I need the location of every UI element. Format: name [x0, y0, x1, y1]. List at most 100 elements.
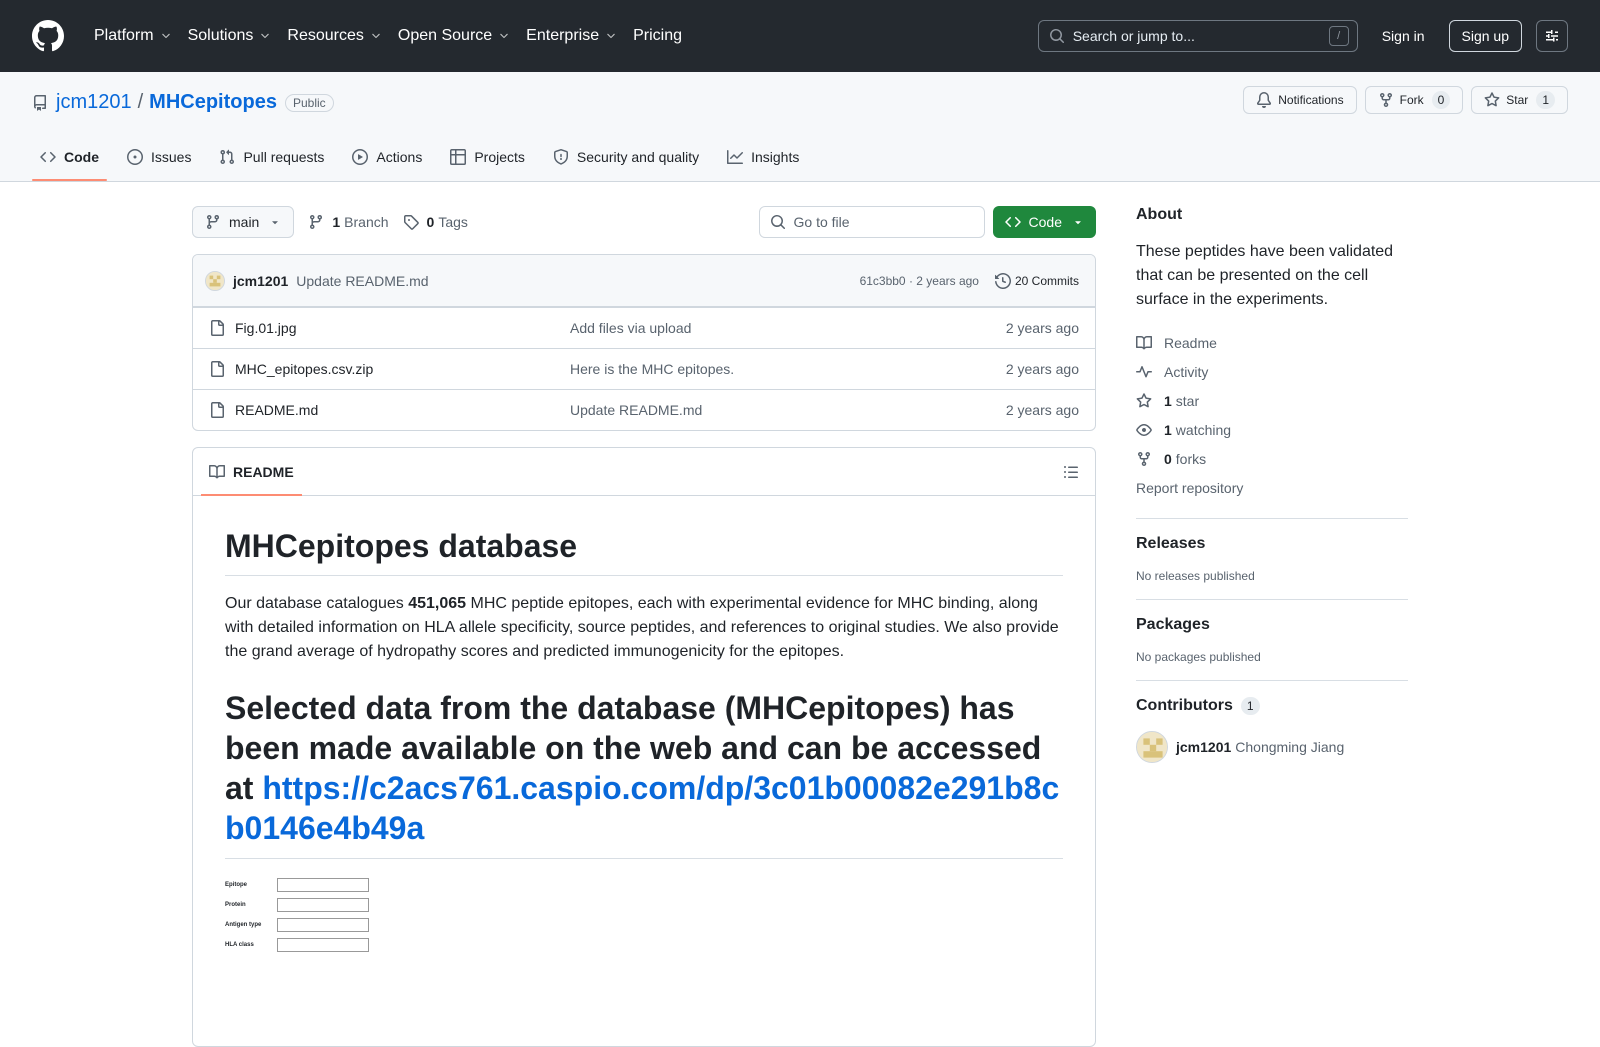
stars-label: star — [1175, 392, 1200, 409]
file-commit-message[interactable]: Here is the MHC epitopes. — [570, 361, 1006, 377]
file-toolbar: main 1 Branch 0 Tags Go to file Code — [192, 206, 1096, 238]
github-logo-icon[interactable] — [32, 20, 64, 52]
tab-actions[interactable]: Actions — [344, 133, 430, 181]
tag-label: Tags — [438, 214, 468, 230]
file-name-link[interactable]: Fig.01.jpg — [235, 320, 570, 336]
tab-pull-requests[interactable]: Pull requests — [211, 133, 332, 181]
sign-up-button[interactable]: Sign up — [1448, 20, 1522, 52]
notifications-label: Notifications — [1278, 93, 1344, 107]
code-icon — [1004, 216, 1021, 228]
nav-resources[interactable]: Resources — [279, 20, 389, 52]
tab-label: Security and quality — [576, 149, 700, 165]
file-row[interactable]: README.md Update README.md 2 years ago — [193, 389, 1095, 430]
readme-label: Readme — [1164, 334, 1217, 351]
book-icon — [209, 464, 225, 478]
figure-field-label: Antigen type — [225, 922, 262, 928]
commit-message-link[interactable]: Update README.md — [296, 273, 428, 289]
readme-link[interactable]: Readme — [1136, 328, 1408, 357]
repo-actions: Notifications Fork 0 Star 1 — [1243, 86, 1568, 114]
go-to-file-placeholder: Go to file — [793, 214, 850, 230]
figure-field-box — [277, 918, 369, 932]
chevron-down-icon — [261, 33, 270, 39]
shield-icon — [553, 149, 568, 165]
book-icon — [1136, 335, 1152, 349]
activity-label: Activity — [1164, 363, 1209, 380]
nav-platform[interactable]: Platform — [86, 20, 180, 52]
figure-row: Epitope — [225, 875, 385, 895]
readme-header: README — [193, 448, 1095, 496]
avatar[interactable] — [205, 270, 225, 291]
file-row[interactable]: MHC_epitopes.csv.zip Here is the MHC epi… — [193, 348, 1095, 389]
commits-history-link[interactable]: 20 Commits — [994, 272, 1079, 289]
branch-selector[interactable]: main — [192, 206, 295, 238]
search-shortcut-key: / — [1328, 26, 1349, 46]
issue-icon — [127, 149, 143, 165]
search-input[interactable]: Search or jump to... / — [1037, 20, 1358, 52]
tab-projects[interactable]: Projects — [442, 133, 533, 181]
commit-hash-age[interactable]: 61c3bb0 · 2 years ago — [860, 274, 979, 288]
watching-count: 1 — [1164, 421, 1172, 438]
tab-issues[interactable]: Issues — [119, 133, 199, 181]
tab-security[interactable]: Security and quality — [545, 133, 707, 181]
contributors-title[interactable]: Contributors — [1136, 697, 1233, 715]
main-content: main 1 Branch 0 Tags Go to file Code jcm… — [192, 182, 1096, 1047]
activity-link[interactable]: Activity — [1136, 357, 1408, 386]
notifications-button[interactable]: Notifications — [1243, 86, 1357, 114]
report-repository-link[interactable]: Report repository — [1136, 473, 1408, 502]
tab-code[interactable]: Code — [32, 133, 107, 181]
divider — [1136, 599, 1408, 600]
contributor-name: Chongming Jiang — [1235, 739, 1345, 755]
packages-title[interactable]: Packages — [1136, 616, 1408, 634]
go-to-file-input[interactable]: Go to file — [758, 206, 985, 238]
search-form-figure: Epitope Protein Antigen type HLA class — [225, 875, 385, 955]
figure-field-box — [277, 898, 369, 912]
nav-open-source[interactable]: Open Source — [390, 20, 518, 52]
branch-count: 1 — [332, 214, 341, 230]
stars-link[interactable]: 1 star — [1136, 386, 1408, 415]
contributor-login[interactable]: jcm1201 — [1176, 739, 1231, 755]
tags-link[interactable]: 0 Tags — [403, 214, 468, 230]
file-row[interactable]: Fig.01.jpg Add files via upload 2 years … — [193, 307, 1095, 348]
figure-field-label: HLA class — [225, 942, 254, 948]
repo-owner-link[interactable]: jcm1201 — [56, 91, 132, 114]
database-web-link[interactable]: https://c2acs761.caspio.com/dp/3c01b0008… — [225, 770, 1059, 846]
contributors-header: Contributors 1 — [1136, 697, 1408, 715]
nav-pricing[interactable]: Pricing — [625, 20, 690, 52]
star-button[interactable]: Star 1 — [1471, 86, 1568, 114]
file-icon — [211, 320, 224, 336]
about-description: These peptides have been validated that … — [1136, 243, 1394, 308]
readme-title: MHCepitopes database — [225, 528, 1063, 576]
tab-insights[interactable]: Insights — [719, 133, 807, 181]
code-download-button[interactable]: Code — [992, 206, 1096, 238]
commit-author-link[interactable]: jcm1201 — [233, 273, 288, 289]
releases-title[interactable]: Releases — [1136, 535, 1408, 553]
fork-button[interactable]: Fork 0 — [1364, 86, 1464, 114]
tab-label: Pull requests — [243, 149, 325, 165]
nav-enterprise[interactable]: Enterprise — [518, 20, 625, 52]
tag-icon — [403, 215, 419, 230]
file-commit-message[interactable]: Add files via upload — [570, 320, 1006, 336]
sign-in-link[interactable]: Sign in — [1382, 28, 1425, 44]
table-of-contents-button[interactable] — [1063, 464, 1079, 480]
sliders-menu-button[interactable] — [1536, 20, 1568, 52]
contributor-item[interactable]: jcm1201 Chongming Jiang — [1136, 731, 1408, 763]
repo-name-link[interactable]: MHCepitopes — [149, 91, 277, 114]
readme-tab[interactable]: README — [201, 448, 302, 496]
star-label: Star — [1506, 93, 1529, 107]
paragraph-text: Our database catalogues — [225, 595, 409, 612]
readme-content: MHCepitopes database Our database catalo… — [193, 496, 1095, 987]
file-name-link[interactable]: README.md — [235, 402, 570, 418]
figure-field-box — [277, 938, 369, 952]
watchers-link[interactable]: 1 watching — [1136, 415, 1408, 444]
nav-label: Enterprise — [526, 27, 600, 44]
file-name-link[interactable]: MHC_epitopes.csv.zip — [235, 361, 570, 377]
file-commit-message[interactable]: Update README.md — [570, 402, 1006, 418]
releases-empty-text: No releases published — [1136, 569, 1255, 583]
forks-link[interactable]: 0 forks — [1136, 444, 1408, 473]
avatar[interactable] — [1136, 731, 1168, 763]
nav-solutions[interactable]: Solutions — [180, 20, 280, 52]
watching-label: watching — [1175, 421, 1232, 438]
file-icon — [211, 361, 224, 377]
repo-header: jcm1201 / MHCepitopes Public Notificatio… — [0, 72, 1600, 182]
branches-link[interactable]: 1 Branch — [308, 214, 389, 230]
